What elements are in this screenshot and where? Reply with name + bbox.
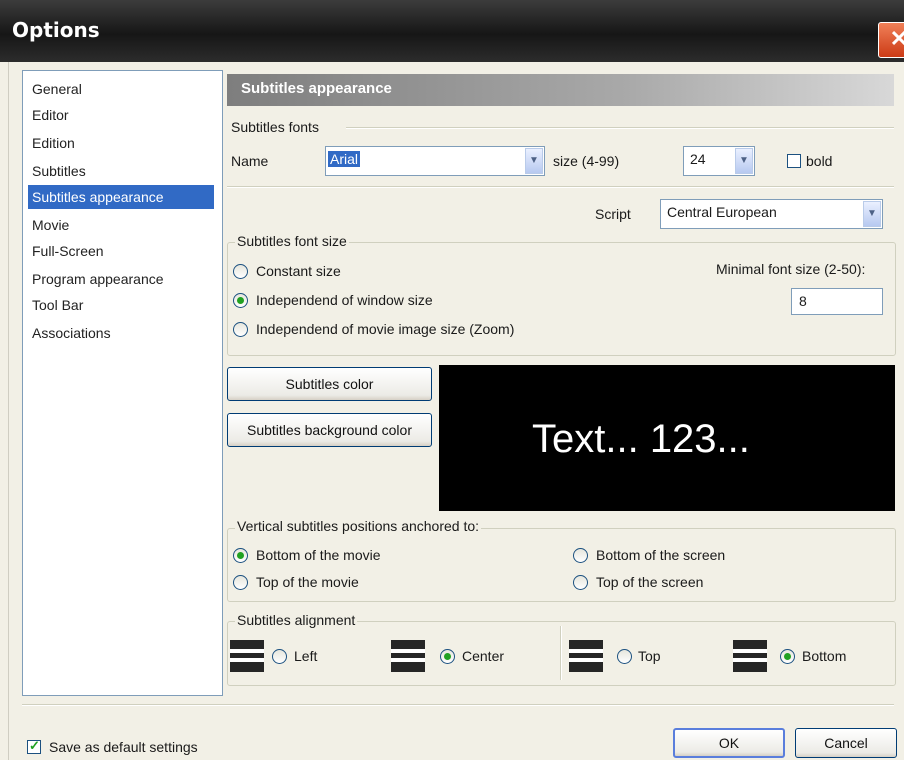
align-bottom-label: Bottom — [802, 648, 847, 664]
align-left-icon — [230, 640, 264, 672]
font-size-value: 24 — [690, 151, 706, 167]
font-name-value: Arial — [328, 151, 361, 167]
nav-item-movie[interactable]: Movie — [28, 213, 214, 237]
nav-item-full-screen[interactable]: Full-Screen — [28, 239, 214, 263]
close-icon: ✕ — [889, 26, 904, 51]
bold-checkbox[interactable] — [787, 154, 801, 168]
align-top-icon — [569, 640, 603, 672]
nav-item-general[interactable]: General — [28, 77, 214, 101]
align-top-label: Top — [638, 648, 661, 664]
save-default-label: Save as default settings — [49, 739, 198, 755]
independent-window-radio[interactable] — [233, 293, 248, 308]
minimal-font-size-input[interactable]: 8 — [791, 288, 883, 315]
chevron-down-icon[interactable]: ▼ — [735, 148, 753, 174]
nav-item-editor[interactable]: Editor — [28, 103, 214, 127]
window-title: Options — [12, 18, 100, 42]
bottom-of-screen-radio[interactable] — [573, 548, 588, 563]
constant-size-radio[interactable] — [233, 264, 248, 279]
minimal-font-size-value: 8 — [799, 293, 807, 309]
independent-movie-label: Independend of movie image size (Zoom) — [256, 321, 515, 337]
script-value: Central European — [667, 204, 777, 220]
align-top-radio[interactable] — [617, 649, 632, 664]
independent-window-label: Independend of window size — [256, 292, 433, 308]
footer-divider — [22, 704, 894, 706]
alignment-separator — [560, 626, 562, 680]
divider — [346, 127, 894, 129]
chevron-down-icon[interactable]: ▼ — [863, 201, 881, 227]
radio-selected-dot — [784, 653, 791, 660]
bottom-of-movie-radio[interactable] — [233, 548, 248, 563]
radio-selected-dot — [237, 297, 244, 304]
section-header: Subtitles appearance — [227, 74, 894, 106]
bottom-of-screen-label: Bottom of the screen — [596, 547, 726, 563]
nav-item-associations[interactable]: Associations — [28, 321, 214, 345]
vertical-position-group — [227, 528, 896, 602]
top-of-movie-label: Top of the movie — [256, 574, 359, 590]
align-bottom-radio[interactable] — [780, 649, 795, 664]
save-default-checkbox[interactable]: ✓ — [27, 738, 41, 754]
radio-selected-dot — [237, 552, 244, 559]
align-center-radio[interactable] — [440, 649, 455, 664]
subtitles-background-color-button[interactable]: Subtitles background color — [227, 413, 432, 447]
top-of-movie-radio[interactable] — [233, 575, 248, 590]
script-label: Script — [595, 206, 631, 222]
top-of-screen-radio[interactable] — [573, 575, 588, 590]
minimal-font-size-label: Minimal font size (2-50): — [716, 261, 866, 277]
divider — [227, 186, 894, 188]
nav-item-tool-bar[interactable]: Tool Bar — [28, 293, 214, 317]
ok-button[interactable]: OK — [673, 728, 785, 758]
nav-item-subtitles[interactable]: Subtitles — [28, 159, 214, 183]
bold-label: bold — [806, 153, 833, 169]
align-left-label: Left — [294, 648, 318, 664]
chevron-down-icon[interactable]: ▼ — [525, 148, 543, 174]
preview-text: Text... 123... — [532, 417, 750, 461]
title-bar: Options ✕ — [0, 0, 904, 62]
font-name-label: Name — [231, 153, 269, 169]
font-name-select[interactable]: Arial ▼ — [325, 146, 545, 176]
section-title: Subtitles appearance — [241, 80, 392, 97]
independent-movie-radio[interactable] — [233, 322, 248, 337]
align-left-radio[interactable] — [272, 649, 287, 664]
align-center-label: Center — [462, 648, 505, 664]
nav-item-subtitles-appearance[interactable]: Subtitles appearance — [28, 185, 214, 209]
top-of-screen-label: Top of the screen — [596, 574, 704, 590]
align-center-icon — [391, 640, 425, 672]
script-select[interactable]: Central European ▼ — [660, 199, 883, 229]
nav-item-edition[interactable]: Edition — [28, 131, 214, 155]
constant-size-label: Constant size — [256, 263, 341, 279]
options-category-list[interactable]: General Editor Edition Subtitles Subtitl… — [22, 70, 223, 696]
nav-item-program-appearance[interactable]: Program appearance — [28, 267, 214, 291]
font-size-label: size (4-99) — [553, 153, 620, 169]
close-button[interactable]: ✕ — [878, 22, 904, 58]
radio-selected-dot — [444, 653, 451, 660]
subtitle-preview: Text... 123... — [439, 365, 895, 511]
bottom-of-movie-label: Bottom of the movie — [256, 547, 381, 563]
font-size-group-label: Subtitles font size — [235, 233, 349, 249]
alignment-group-label: Subtitles alignment — [235, 612, 358, 628]
cancel-button[interactable]: Cancel — [795, 728, 897, 758]
vertical-position-group-label: Vertical subtitles positions anchored to… — [235, 518, 482, 534]
fonts-group-label: Subtitles fonts — [231, 119, 319, 135]
font-size-select[interactable]: 24 ▼ — [683, 146, 755, 176]
subtitles-color-button[interactable]: Subtitles color — [227, 367, 432, 401]
align-bottom-icon — [733, 640, 767, 672]
checkmark-icon: ✓ — [29, 738, 40, 753]
